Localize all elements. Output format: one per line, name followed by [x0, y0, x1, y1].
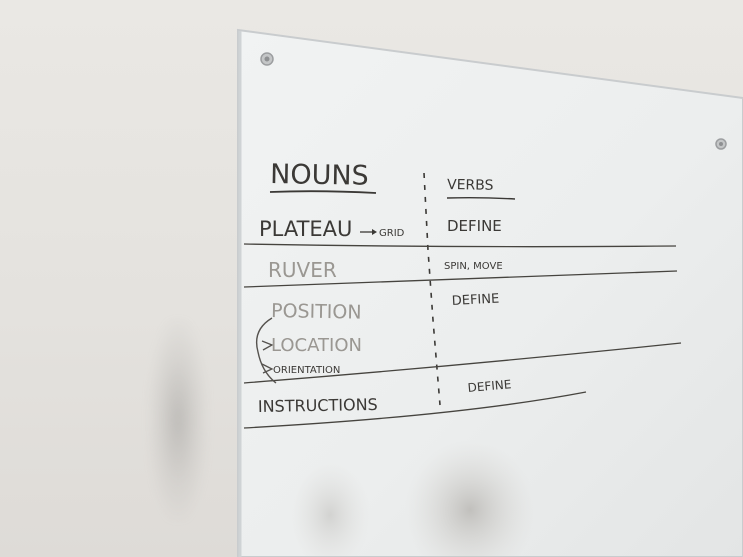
noun-plateau: PLATEAU — [259, 217, 352, 241]
noun-ruver: RUVER — [268, 258, 337, 282]
glass-whiteboard: NOUNS VERBS PLATEAU GRID DEFINE RUVER SP… — [237, 28, 743, 557]
noun-position: POSITION — [271, 300, 362, 324]
verb-row-3: DEFINE — [451, 292, 499, 309]
verb-row-2: SPIN, MOVE — [444, 261, 503, 272]
verb-row-1: DEFINE — [447, 217, 502, 235]
mounting-screw-center — [719, 142, 723, 146]
noun-location: LOCATION — [271, 335, 362, 356]
mounting-screw-center — [264, 56, 270, 62]
photo-scene: NOUNS VERBS PLATEAU GRID DEFINE RUVER SP… — [0, 0, 743, 557]
noun-plateau-note: GRID — [379, 228, 405, 239]
noun-instructions: INSTRUCTIONS — [258, 395, 378, 416]
noun-orientation: ORIENTATION — [273, 365, 340, 376]
verbs-header: VERBS — [447, 177, 494, 194]
nouns-header: NOUNS — [270, 159, 369, 192]
